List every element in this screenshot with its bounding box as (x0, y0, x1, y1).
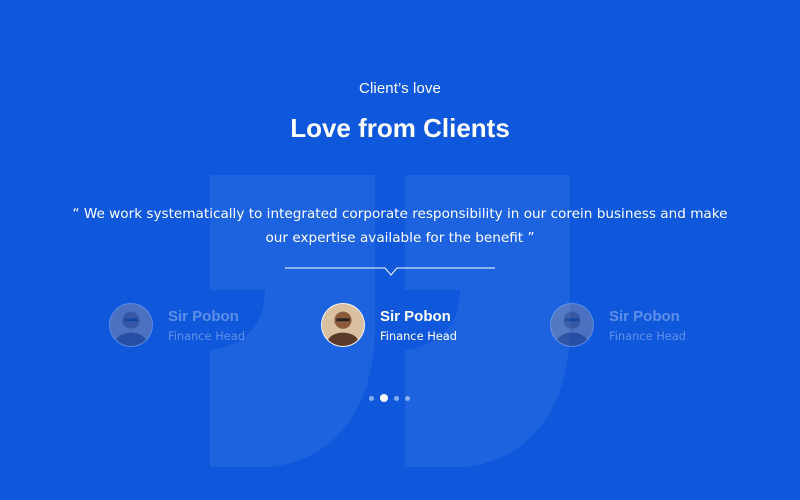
client-avatar (550, 303, 594, 347)
client-name: Sir Pobon (380, 307, 451, 325)
pagination-dot-2-active[interactable] (380, 394, 388, 402)
testimonials-section: Client’s love Love from Clients “ We wor… (0, 0, 800, 500)
client-card-next[interactable]: Sir Pobon Finance Head (550, 302, 686, 348)
client-name: Sir Pobon (168, 307, 239, 325)
quote-divider (285, 267, 495, 279)
section-subtitle: Client’s love (359, 80, 441, 97)
pagination-dot-1[interactable] (369, 395, 374, 401)
section-title: Love from Clients (290, 113, 510, 143)
client-avatar (321, 303, 365, 347)
client-card-previous[interactable]: Sir Pobon Finance Head (109, 302, 245, 348)
client-role: Finance Head (609, 328, 686, 343)
client-card-active[interactable]: Sir Pobon Finance Head (321, 302, 457, 348)
testimonial-quote: “ We work systematically to integrated c… (60, 203, 740, 250)
pagination-dot-4[interactable] (405, 395, 410, 401)
client-role: Finance Head (380, 328, 457, 343)
carousel-pagination (369, 394, 416, 402)
pagination-dot-3[interactable] (394, 395, 399, 401)
quote-line-1: “ We work systematically to integrated c… (72, 206, 728, 222)
client-avatar (109, 303, 153, 347)
quote-line-2: our expertise available for the benefit … (265, 229, 535, 246)
client-role: Finance Head (168, 328, 245, 343)
client-name: Sir Pobon (609, 307, 680, 325)
